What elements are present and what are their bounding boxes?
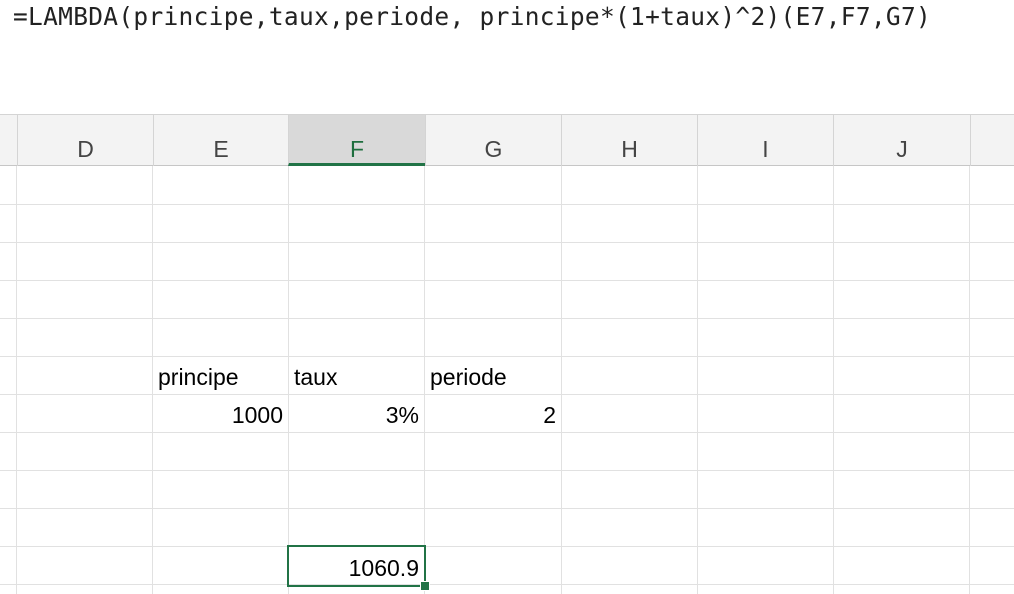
formula-text[interactable]: =LAMBDA(principe,taux,periode, principe*…: [13, 2, 931, 31]
column-header-k-partial[interactable]: [970, 115, 1014, 166]
gridline: [697, 166, 698, 594]
gridline: [0, 508, 1014, 509]
gridline: [833, 166, 834, 594]
cell-f6[interactable]: taux: [289, 357, 424, 394]
gridline: [969, 166, 970, 594]
gridline: [16, 166, 17, 594]
gridline: [0, 242, 1014, 243]
column-header-row: D E F G H I J: [0, 114, 1014, 166]
gridline: [561, 166, 562, 594]
gridline: [0, 546, 1014, 547]
column-header-f[interactable]: F: [288, 115, 425, 166]
gridline: [0, 204, 1014, 205]
column-header-i[interactable]: I: [697, 115, 833, 166]
cell-g7[interactable]: 2: [425, 395, 561, 432]
column-header-d[interactable]: D: [17, 115, 153, 166]
spreadsheet-grid[interactable]: principe taux periode 1000 3% 2 1060.9: [0, 166, 1014, 594]
gridline: [0, 584, 1014, 585]
fill-handle[interactable]: [420, 581, 430, 591]
column-header-g[interactable]: G: [425, 115, 561, 166]
gridline: [0, 318, 1014, 319]
cell-f7[interactable]: 3%: [289, 395, 424, 432]
cell-g6[interactable]: periode: [425, 357, 561, 394]
gridline: [0, 470, 1014, 471]
gridline: [0, 432, 1014, 433]
column-header-h[interactable]: H: [561, 115, 697, 166]
formula-bar[interactable]: =LAMBDA(principe,taux,periode, principe*…: [0, 0, 1014, 114]
gridline: [0, 280, 1014, 281]
active-cell-selection[interactable]: [287, 545, 426, 587]
cell-e6[interactable]: principe: [153, 357, 288, 394]
cell-e7[interactable]: 1000: [153, 395, 288, 432]
column-header-j[interactable]: J: [833, 115, 970, 166]
column-header-e[interactable]: E: [153, 115, 288, 166]
